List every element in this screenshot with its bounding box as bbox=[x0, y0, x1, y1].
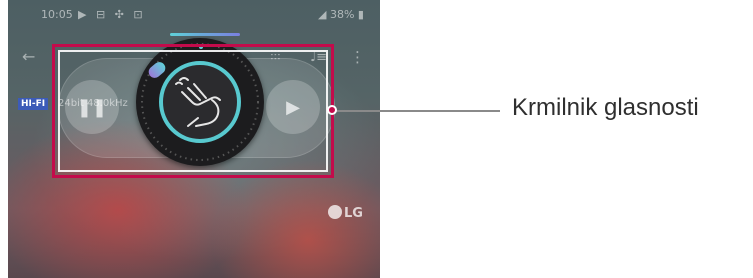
back-arrow-icon[interactable]: ← bbox=[22, 47, 35, 66]
lg-logo-icon bbox=[328, 205, 342, 219]
highlight-frame bbox=[52, 44, 334, 178]
top-accent-bar bbox=[170, 33, 240, 36]
lg-watermark: LG bbox=[328, 205, 363, 221]
status-bar: 10:05 ▶ ⊟ ✣ ⊡ ◢ 38% ▮ bbox=[8, 0, 380, 30]
battery-icon: ▮ bbox=[354, 8, 364, 21]
lg-watermark-text: LG bbox=[344, 206, 363, 221]
callout-label: Krmilnik glasnosti bbox=[512, 94, 699, 121]
signal-icon: ◢ bbox=[318, 8, 330, 21]
status-time: 10:05 bbox=[41, 8, 73, 21]
status-right: ◢ 38% ▮ bbox=[318, 8, 364, 21]
battery-level: 38% bbox=[329, 8, 355, 21]
more-vert-icon[interactable]: ⋮ bbox=[350, 48, 365, 66]
callout-anchor-dot bbox=[327, 105, 337, 115]
callout-leader-line bbox=[336, 110, 500, 112]
status-icons: ▶ ⊟ ✣ ⊡ bbox=[78, 8, 146, 21]
hifi-badge: HI-FI bbox=[18, 98, 49, 110]
figure: 10:05 ▶ ⊟ ✣ ⊡ ◢ 38% ▮ ← ⫶⫶⫶ ♩≡ ⋮ HI-FI 2… bbox=[0, 0, 753, 278]
